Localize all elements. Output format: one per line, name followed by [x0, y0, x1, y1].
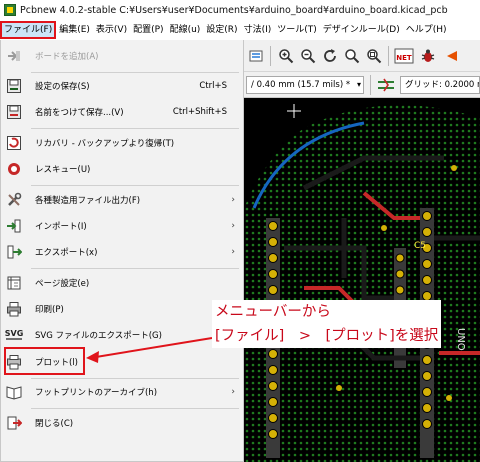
callout-line-2: [ファイル] > [プロット]を選択 [215, 328, 439, 344]
callout-text: メニューバーから [ファイル] > [プロット]を選択 [212, 300, 442, 348]
callout-arrow [86, 337, 213, 363]
callout-line-1: メニューバーから [215, 304, 331, 320]
